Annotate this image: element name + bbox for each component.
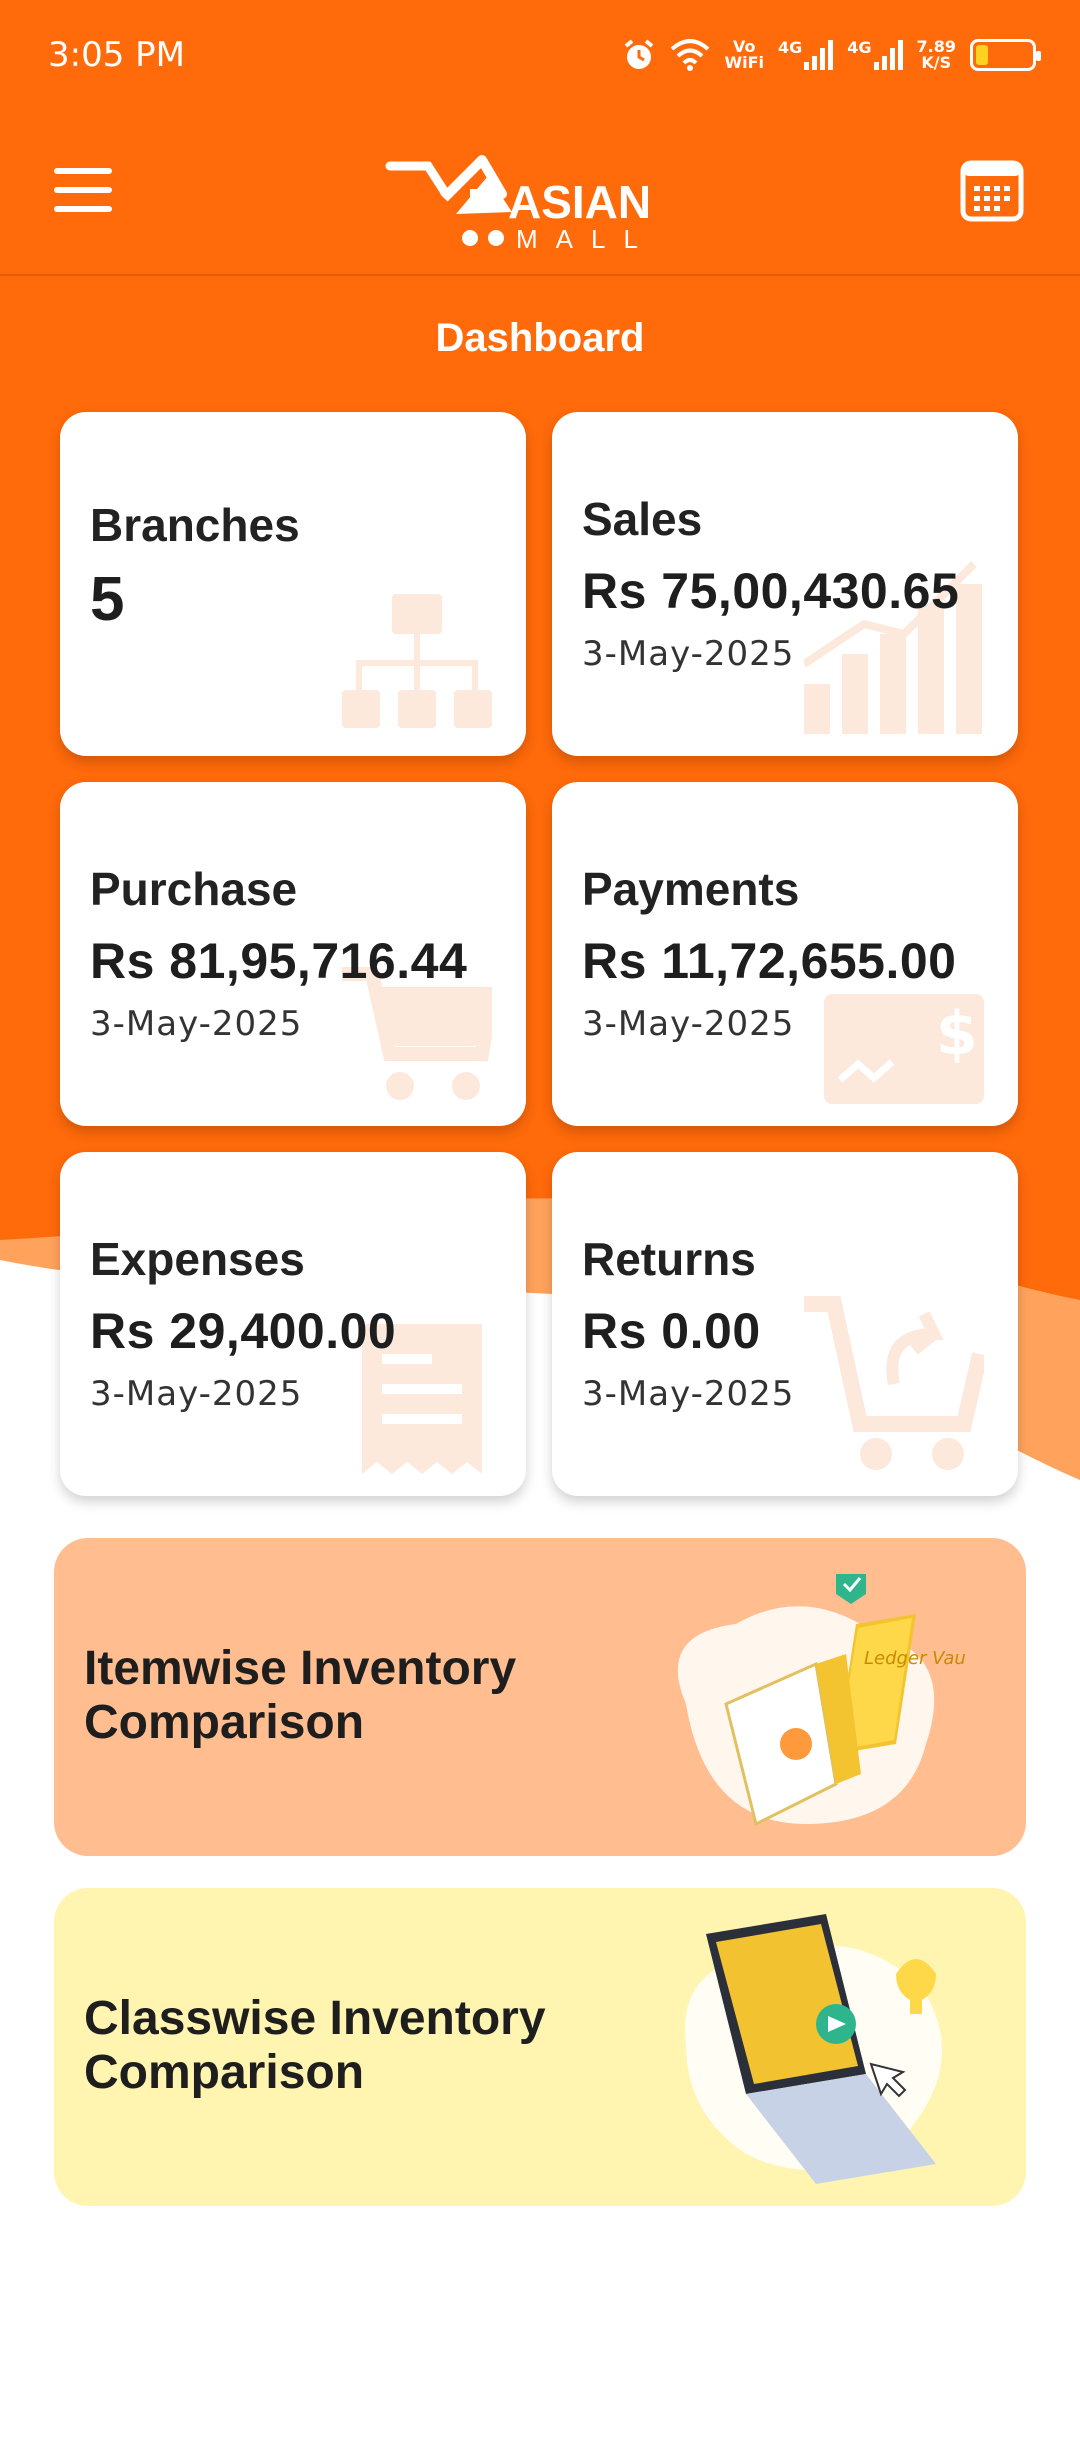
card-value: Rs 0.00 [582, 1303, 761, 1359]
branches-card[interactable]: Branches 5 [60, 412, 526, 756]
signal-bars-icon [873, 40, 903, 70]
network-speed: 7.89 K/S [917, 39, 956, 71]
sim2-signal: 4G [847, 38, 903, 70]
page-title: Dashboard [435, 316, 645, 360]
vowifi-bottom: WiFi [724, 53, 764, 72]
card-date: 3-May-2025 [90, 1374, 303, 1414]
card-title: Branches [90, 499, 300, 551]
status-bar: 3:05 PM Vo WiFi 4G 4G 7.89 K/S [0, 0, 1080, 110]
card-value: Rs 81,95,716.44 [90, 933, 468, 989]
svg-text:$: $ [936, 999, 978, 1069]
ledger-book-illustration: Ledger Vault [677, 1574, 966, 1827]
org-chart-icon [342, 594, 492, 728]
card-value: Rs 75,00,430.65 [582, 563, 960, 619]
status-time: 3:05 PM [48, 35, 185, 75]
card-value: 5 [90, 565, 125, 634]
card-value: Rs 29,400.00 [90, 1303, 397, 1359]
purchase-card[interactable]: Purchase Rs 81,95,716.44 3-May-2025 [60, 782, 526, 1126]
alarm-icon [625, 39, 654, 69]
asian-mall-logo: ASIAN MALL [384, 136, 704, 256]
banner-title-line2: Comparison [84, 1696, 365, 1749]
returns-card[interactable]: Returns Rs 0.00 3-May-2025 [552, 1152, 1018, 1496]
sales-card[interactable]: Sales Rs 75,00,430.65 3-May-2025 [552, 412, 1018, 756]
card-date: 3-May-2025 [582, 1004, 795, 1044]
expenses-card[interactable]: Expenses Rs 29,400.00 3-May-2025 [60, 1152, 526, 1496]
hamburger-menu-icon[interactable] [54, 168, 112, 212]
card-value: Rs 11,72,655.00 [582, 933, 957, 989]
logo-subtext: MALL [516, 224, 656, 254]
card-date: 3-May-2025 [90, 1004, 303, 1044]
book-cover-text: Ledger Vault [864, 1648, 966, 1669]
logo-graphic: ASIAN MALL [385, 155, 656, 254]
logo-text: ASIAN [508, 176, 651, 228]
card-title: Purchase [90, 863, 298, 915]
card-title: Returns [582, 1233, 756, 1285]
card-title: Sales [582, 493, 703, 545]
signal-bars-icon [804, 40, 834, 70]
classwise-inventory-banner[interactable]: Classwise Inventory Comparison [54, 1888, 1026, 2206]
calendar-glyph [960, 160, 1024, 222]
card-title: Expenses [90, 1233, 305, 1285]
top-app-bar: ASIAN MALL [0, 110, 1080, 276]
wifi-icon [671, 39, 710, 71]
cheque-icon: $ [824, 994, 984, 1104]
banner-title-line1: Classwise Inventory [84, 1992, 546, 2045]
calendar-icon[interactable] [960, 160, 1024, 222]
card-title: Payments [582, 863, 800, 915]
banner-title: Itemwise Inventory Comparison [84, 1642, 604, 1750]
vowifi-label: Vo WiFi [724, 39, 764, 71]
card-date: 3-May-2025 [582, 634, 795, 674]
sim1-signal: 4G [777, 38, 834, 70]
payments-card[interactable]: $ Payments Rs 11,72,655.00 3-May-2025 [552, 782, 1018, 1126]
speed-unit: K/S [921, 53, 952, 72]
banner-title-line2: Comparison [84, 2046, 365, 2099]
banner-title-line1: Itemwise Inventory [84, 1642, 517, 1695]
sim1-label: 4G [777, 38, 803, 57]
itemwise-inventory-banner[interactable]: Itemwise Inventory Comparison Ledger Vau… [54, 1538, 1026, 1856]
battery-icon [970, 39, 1041, 71]
cart-return-icon [804, 1296, 984, 1470]
card-date: 3-May-2025 [582, 1374, 795, 1414]
banner-title: Classwise Inventory Comparison [84, 1992, 604, 2100]
status-icons: Vo WiFi 4G 4G 7.89 K/S [622, 38, 1041, 72]
laptop-illustration [685, 1914, 942, 2184]
sim2-label: 4G [847, 38, 872, 57]
